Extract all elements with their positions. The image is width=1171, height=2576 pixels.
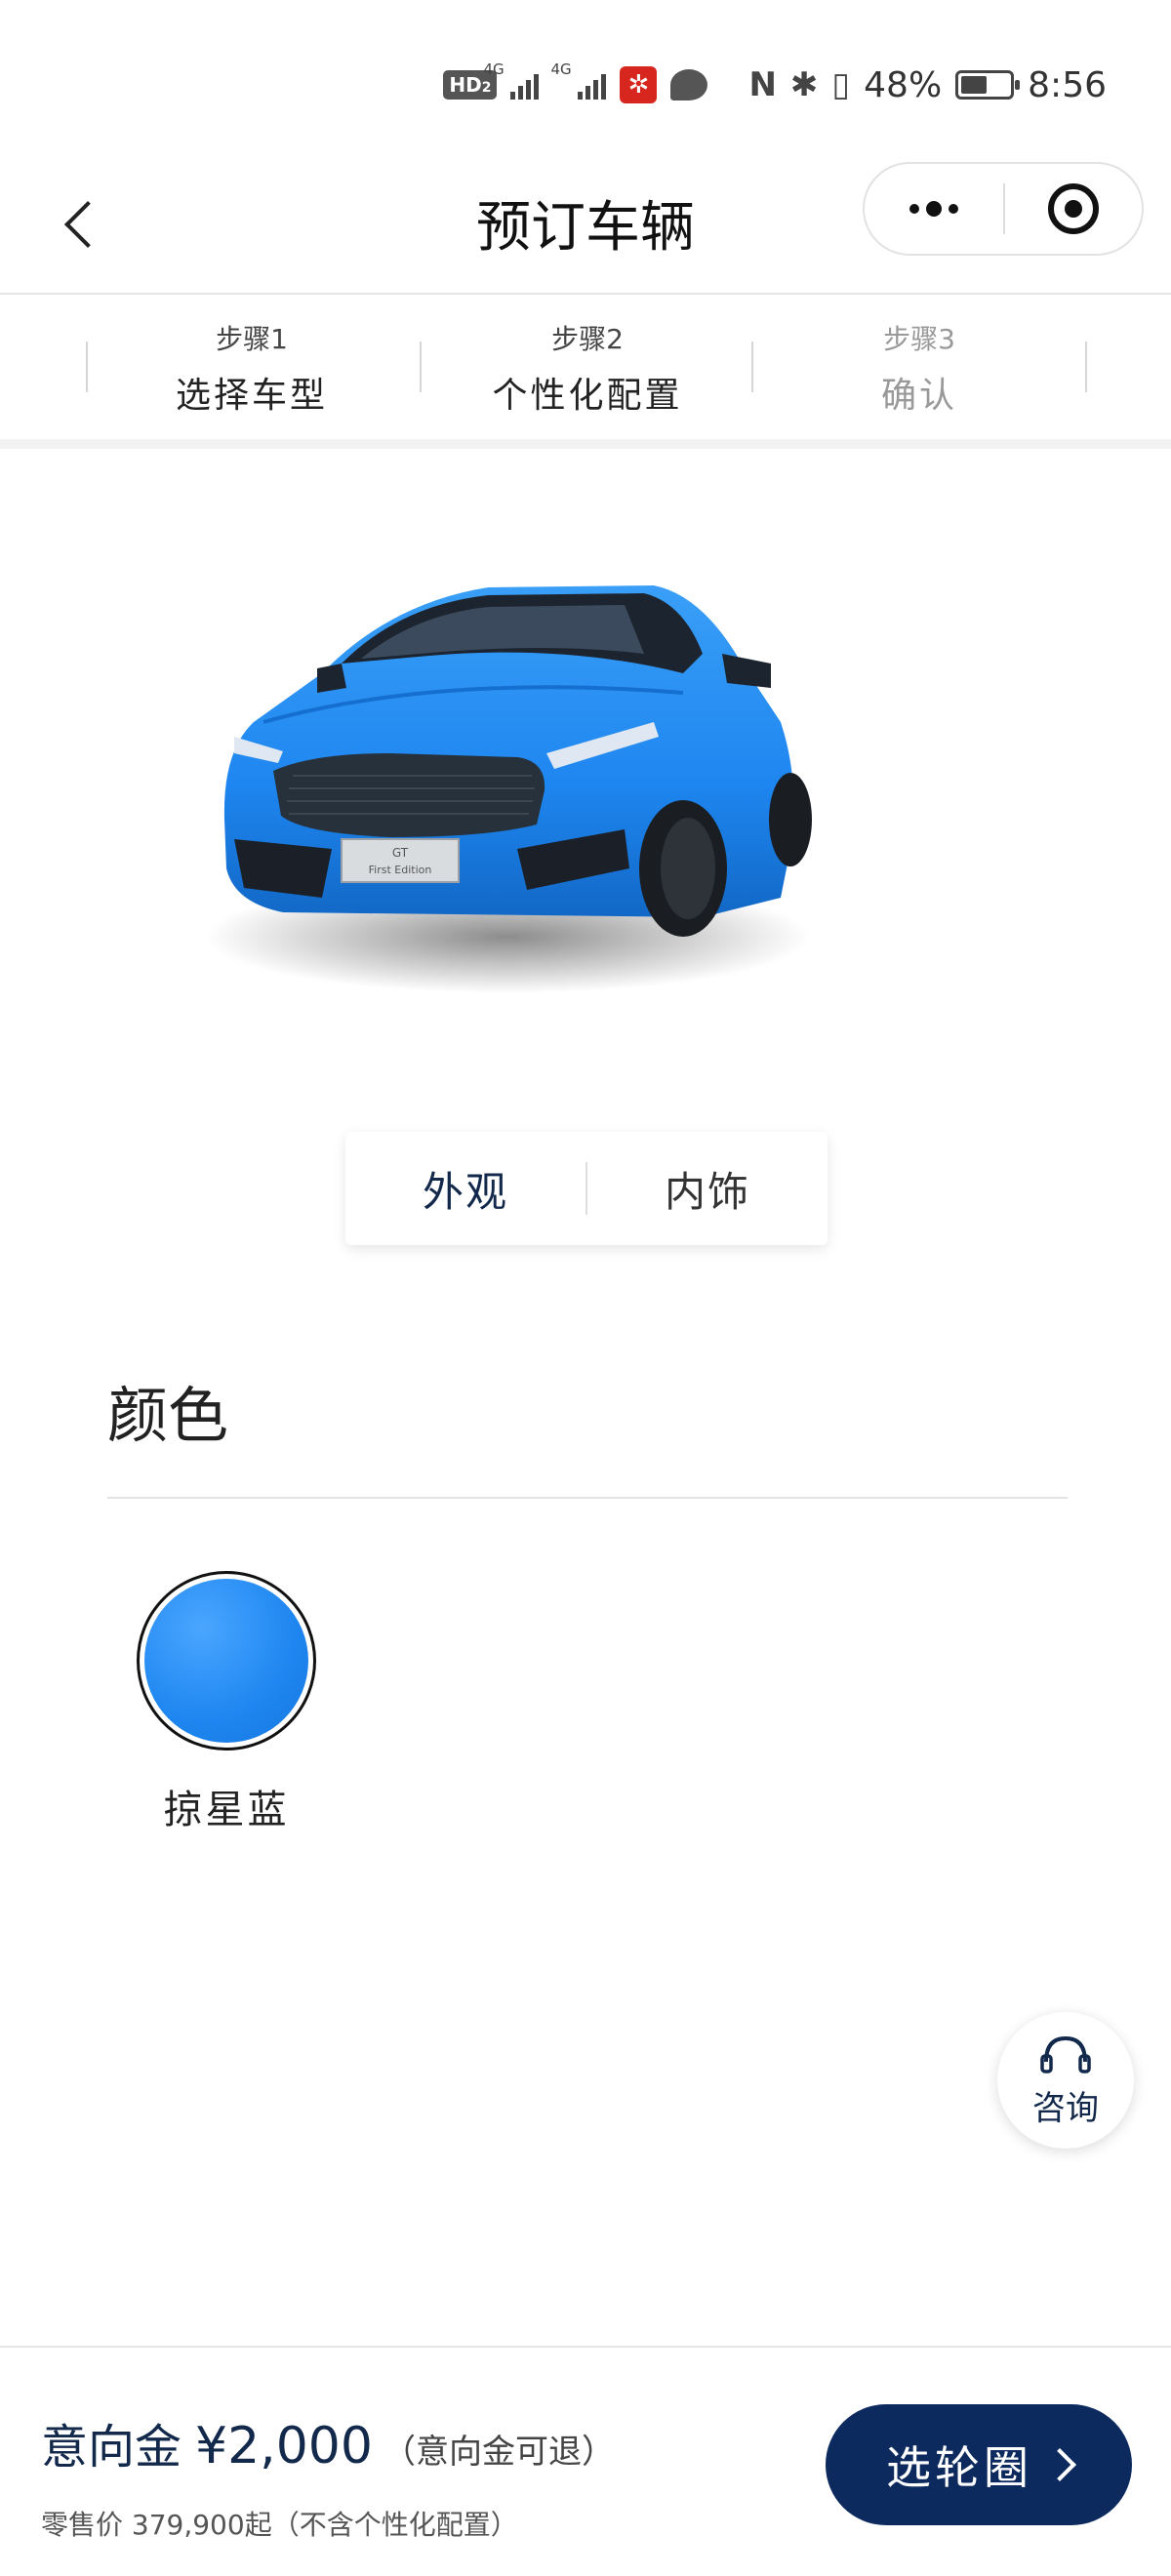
step-1[interactable]: 步骤1 选择车型 <box>86 318 418 418</box>
plate-text-line1: GT <box>392 846 409 860</box>
deposit-amount: ¥2,000 <box>195 2417 373 2475</box>
signal-icon: 4G <box>550 60 607 100</box>
status-bar: HD2 4G 4G ✲ N ✱ ▯ 48% 8:56 <box>0 0 1171 156</box>
car-image: GT First Edition <box>195 527 859 995</box>
clock: 8:56 <box>1028 64 1107 105</box>
step-1-number: 步骤1 <box>216 323 288 355</box>
step-indicator: 步骤1 选择车型 步骤2 个性化配置 步骤3 确认 <box>0 297 1171 443</box>
bluetooth-icon: ✱ <box>789 65 819 104</box>
battery-percent: 48% <box>864 64 943 105</box>
step-3-label: 确认 <box>880 376 957 416</box>
section-divider <box>107 1497 1068 1499</box>
car-illustration: GT First Edition <box>205 585 812 993</box>
miniprogram-capsule <box>863 162 1144 256</box>
step-2-number: 步骤2 <box>551 323 624 355</box>
nfc-icon: N <box>748 65 777 104</box>
vibrate-icon: ▯ <box>831 65 851 104</box>
exterior-tab[interactable]: 外观 <box>345 1159 586 1219</box>
steps-divider <box>0 439 1171 449</box>
deposit-note: （意向金可退） <box>382 2433 615 2472</box>
view-toggle: 外观 内饰 <box>345 1132 828 1245</box>
interior-tab[interactable]: 内饰 <box>587 1159 828 1219</box>
consult-label: 咨询 <box>1032 2088 1099 2128</box>
signal-2-label: 4G <box>550 60 572 78</box>
step-3: 步骤3 确认 <box>753 318 1085 418</box>
app-notification-icon: ✲ <box>620 66 658 103</box>
more-dot-icon <box>926 201 942 217</box>
color-section-title: 颜色 <box>107 1380 229 1451</box>
deposit-label: 意向金 <box>41 2420 182 2475</box>
message-icon <box>670 69 708 101</box>
deposit-line: 意向金 ¥2,000 （意向金可退） <box>41 2408 615 2476</box>
step-1-label: 选择车型 <box>175 376 328 416</box>
battery-icon <box>955 70 1021 100</box>
hd-label: HD <box>449 73 482 97</box>
step-2-label: 个性化配置 <box>492 376 683 416</box>
headset-icon <box>1040 2035 1091 2073</box>
cta-label: 选轮圈 <box>886 2441 1032 2494</box>
step-divider <box>1085 342 1087 392</box>
color-swatch-label: 掠星蓝 <box>163 1788 290 1832</box>
plate-text-line2: First Edition <box>369 864 432 876</box>
step-3-number: 步骤3 <box>883 323 955 355</box>
more-dot-icon <box>909 204 919 214</box>
close-miniprogram-button[interactable] <box>1005 164 1142 254</box>
retail-price: 零售价 379,900起（不含个性化配置） <box>41 2509 518 2541</box>
nav-bar: 预订车辆 <box>0 156 1171 295</box>
target-icon <box>1047 183 1099 234</box>
select-wheels-button[interactable]: 选轮圈 <box>826 2404 1132 2525</box>
step-2[interactable]: 步骤2 个性化配置 <box>422 318 753 418</box>
bottom-bar: 意向金 ¥2,000 （意向金可退） 零售价 379,900起（不含个性化配置）… <box>0 2346 1171 2576</box>
hd-sub-label: 2 <box>481 80 492 96</box>
color-swatch-selected[interactable] <box>137 1571 316 1751</box>
signal-icon: 4G <box>483 60 540 100</box>
color-swatch <box>144 1579 308 1743</box>
more-dot-icon <box>949 204 958 214</box>
more-button[interactable] <box>865 164 1003 254</box>
chevron-right-icon <box>1043 2448 1076 2481</box>
signal-1-label: 4G <box>483 60 505 78</box>
consult-button[interactable]: 咨询 <box>997 2012 1134 2149</box>
